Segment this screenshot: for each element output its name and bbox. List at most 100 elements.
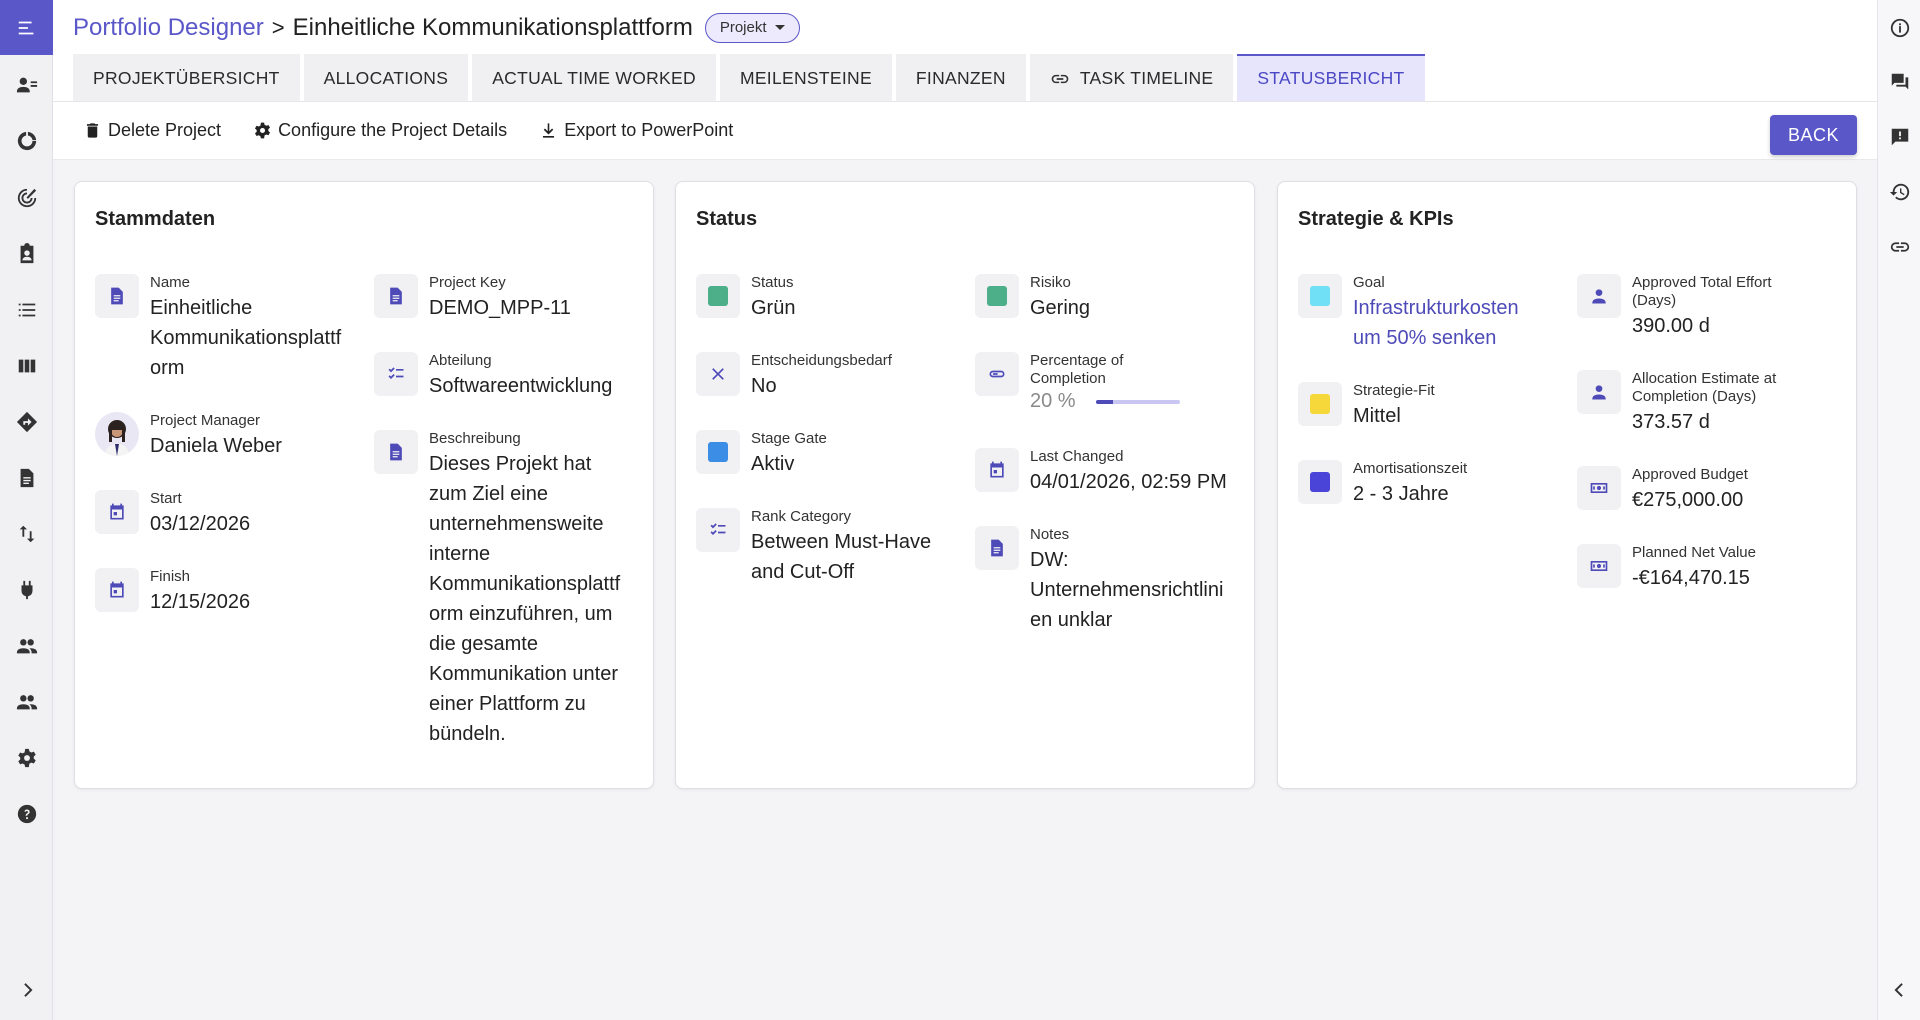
project-type-dropdown[interactable]: Projekt (704, 12, 800, 43)
tab-finanzen[interactable]: FINANZEN (895, 54, 1026, 101)
nav-assignments-button[interactable] (0, 234, 53, 274)
description-line: Kommunikation unter (429, 663, 618, 685)
menu-toggle-button[interactable] (0, 0, 53, 55)
field-value: en unklar (1030, 609, 1113, 631)
chevron-left-icon (1894, 983, 1903, 997)
caret-down-icon (774, 25, 785, 30)
breadcrumb-app-link[interactable]: Portfolio Designer (73, 14, 264, 42)
clipboard-user-icon (20, 243, 33, 264)
field-label: Finish (150, 568, 191, 585)
card-title: Strategie & KPIs (1298, 208, 1454, 230)
field-value: 12/15/2026 (150, 591, 251, 613)
group-icon (16, 695, 37, 710)
field-value: DEMO_MPP-11 (429, 297, 571, 319)
nav-goals-button[interactable] (0, 178, 53, 218)
fit-color-swatch (1310, 394, 1330, 414)
project-type-label: Projekt (719, 19, 767, 36)
tab-allocations[interactable]: ALLOCATIONS (303, 54, 469, 101)
calendar-icon (95, 568, 139, 612)
field-value: orm (150, 357, 185, 379)
export-powerpoint-button[interactable]: Export to PowerPoint (539, 120, 733, 141)
nav-documents-button[interactable] (0, 458, 53, 498)
field-label: (Days) (1632, 292, 1677, 309)
collapse-panel-button[interactable] (1878, 970, 1920, 1010)
expand-nav-button[interactable] (0, 970, 53, 1010)
comments-button[interactable] (1878, 62, 1920, 102)
nav-teams-button[interactable] (0, 626, 53, 666)
tab-task-timeline[interactable]: TASK TIMELINE (1029, 54, 1234, 101)
feedback-button[interactable] (1878, 117, 1920, 157)
decision-field: Entscheidungsbedarf No (696, 352, 892, 401)
description-line: bündeln. (429, 723, 506, 745)
nav-help-button[interactable] (0, 794, 53, 834)
field-label: Goal (1353, 274, 1385, 291)
avatar (95, 412, 139, 456)
page-title: Einheitliche Kommunikationsplattform (292, 13, 693, 41)
calendar-icon (95, 490, 139, 534)
notes-field: Notes DW: Unternehmensrichtlini en unkla… (975, 526, 1223, 635)
action-toolbar: Delete Project Configure the Project Det… (53, 102, 1877, 160)
nav-integrations-button[interactable] (0, 570, 53, 610)
rank-category-field: Rank Category Between Must-Have and Cut-… (696, 508, 931, 587)
field-value: -€164,470.15 (1632, 567, 1750, 589)
download-icon (543, 123, 555, 138)
tab-meilensteine[interactable]: MEILENSTEINE (719, 54, 892, 101)
nav-users-button[interactable] (0, 682, 53, 722)
status-swatch-container (696, 274, 740, 318)
description-line: orm einzuführen, um (429, 603, 613, 625)
configure-project-button[interactable]: Configure the Project Details (253, 120, 507, 141)
nav-transfer-button[interactable] (0, 514, 53, 554)
document-icon (374, 274, 418, 318)
amort-swatch-container (1298, 460, 1342, 504)
history-button[interactable] (1878, 172, 1920, 212)
forum-icon (1891, 73, 1908, 90)
breadcrumb-separator: > (271, 14, 285, 40)
field-value: Mittel (1353, 405, 1401, 427)
status-color-swatch (708, 286, 728, 306)
description-line: zum Ziel eine (429, 483, 548, 505)
strategy-fit-field: Strategie-Fit Mittel (1298, 382, 1435, 431)
risk-color-swatch (987, 286, 1007, 306)
tab-projektuebersicht[interactable]: PROJEKTÜBERSICHT (73, 54, 300, 101)
delete-project-button[interactable]: Delete Project (83, 120, 221, 141)
document-icon (95, 274, 139, 318)
nav-list-button[interactable] (0, 290, 53, 330)
user-list-icon (16, 77, 37, 93)
checklist-icon (374, 352, 418, 396)
field-value: 390.00 d (1632, 315, 1710, 337)
list-icon (18, 303, 35, 317)
field-value: 03/12/2026 (150, 513, 251, 535)
field-label: Abteilung (429, 352, 492, 369)
field-label: Rank Category (751, 508, 852, 525)
field-label: Percentage of (1030, 352, 1124, 369)
tab-actual-time-worked[interactable]: ACTUAL TIME WORKED (472, 54, 716, 101)
nav-resources-button[interactable] (0, 65, 53, 105)
field-value: Daniela Weber (150, 435, 282, 457)
progress-bar-track (1096, 399, 1180, 404)
stammdaten-card: Stammdaten Name Einheitliche Kommunikati… (74, 181, 654, 789)
field-label: Stage Gate (751, 430, 827, 447)
goal-link[interactable]: Infrastrukturkosten (1353, 293, 1519, 323)
nav-settings-button[interactable] (0, 738, 53, 778)
tab-statusbericht[interactable]: STATUSBERICHT (1237, 54, 1425, 101)
field-label: Allocation Estimate at (1632, 370, 1777, 387)
field-label: Approved Budget (1632, 466, 1748, 483)
info-button[interactable] (1878, 8, 1920, 48)
stage-swatch-container (696, 430, 740, 474)
back-button[interactable]: BACK (1770, 115, 1857, 155)
nav-dashboard-button[interactable] (0, 121, 53, 161)
field-value: Softwareentwicklung (429, 375, 613, 397)
approved-budget-field: Approved Budget €275,000.00 (1577, 466, 1748, 515)
field-label: Amortisationszeit (1353, 460, 1468, 477)
project-manager-field: Project Manager Daniela Weber (95, 412, 282, 461)
document-icon (975, 526, 1019, 570)
link-button[interactable] (1878, 227, 1920, 267)
description-line: die gesamte (429, 633, 538, 655)
start-date-field: Start 03/12/2026 (95, 490, 250, 539)
goal-link[interactable]: um 50% senken (1353, 323, 1519, 353)
nav-board-button[interactable] (0, 346, 53, 386)
tab-bar: PROJEKTÜBERSICHT ALLOCATIONS ACTUAL TIME… (53, 54, 1877, 102)
export-powerpoint-label: Export to PowerPoint (564, 120, 734, 140)
menu-icon (18, 21, 33, 34)
nav-roadmap-button[interactable] (0, 402, 53, 442)
